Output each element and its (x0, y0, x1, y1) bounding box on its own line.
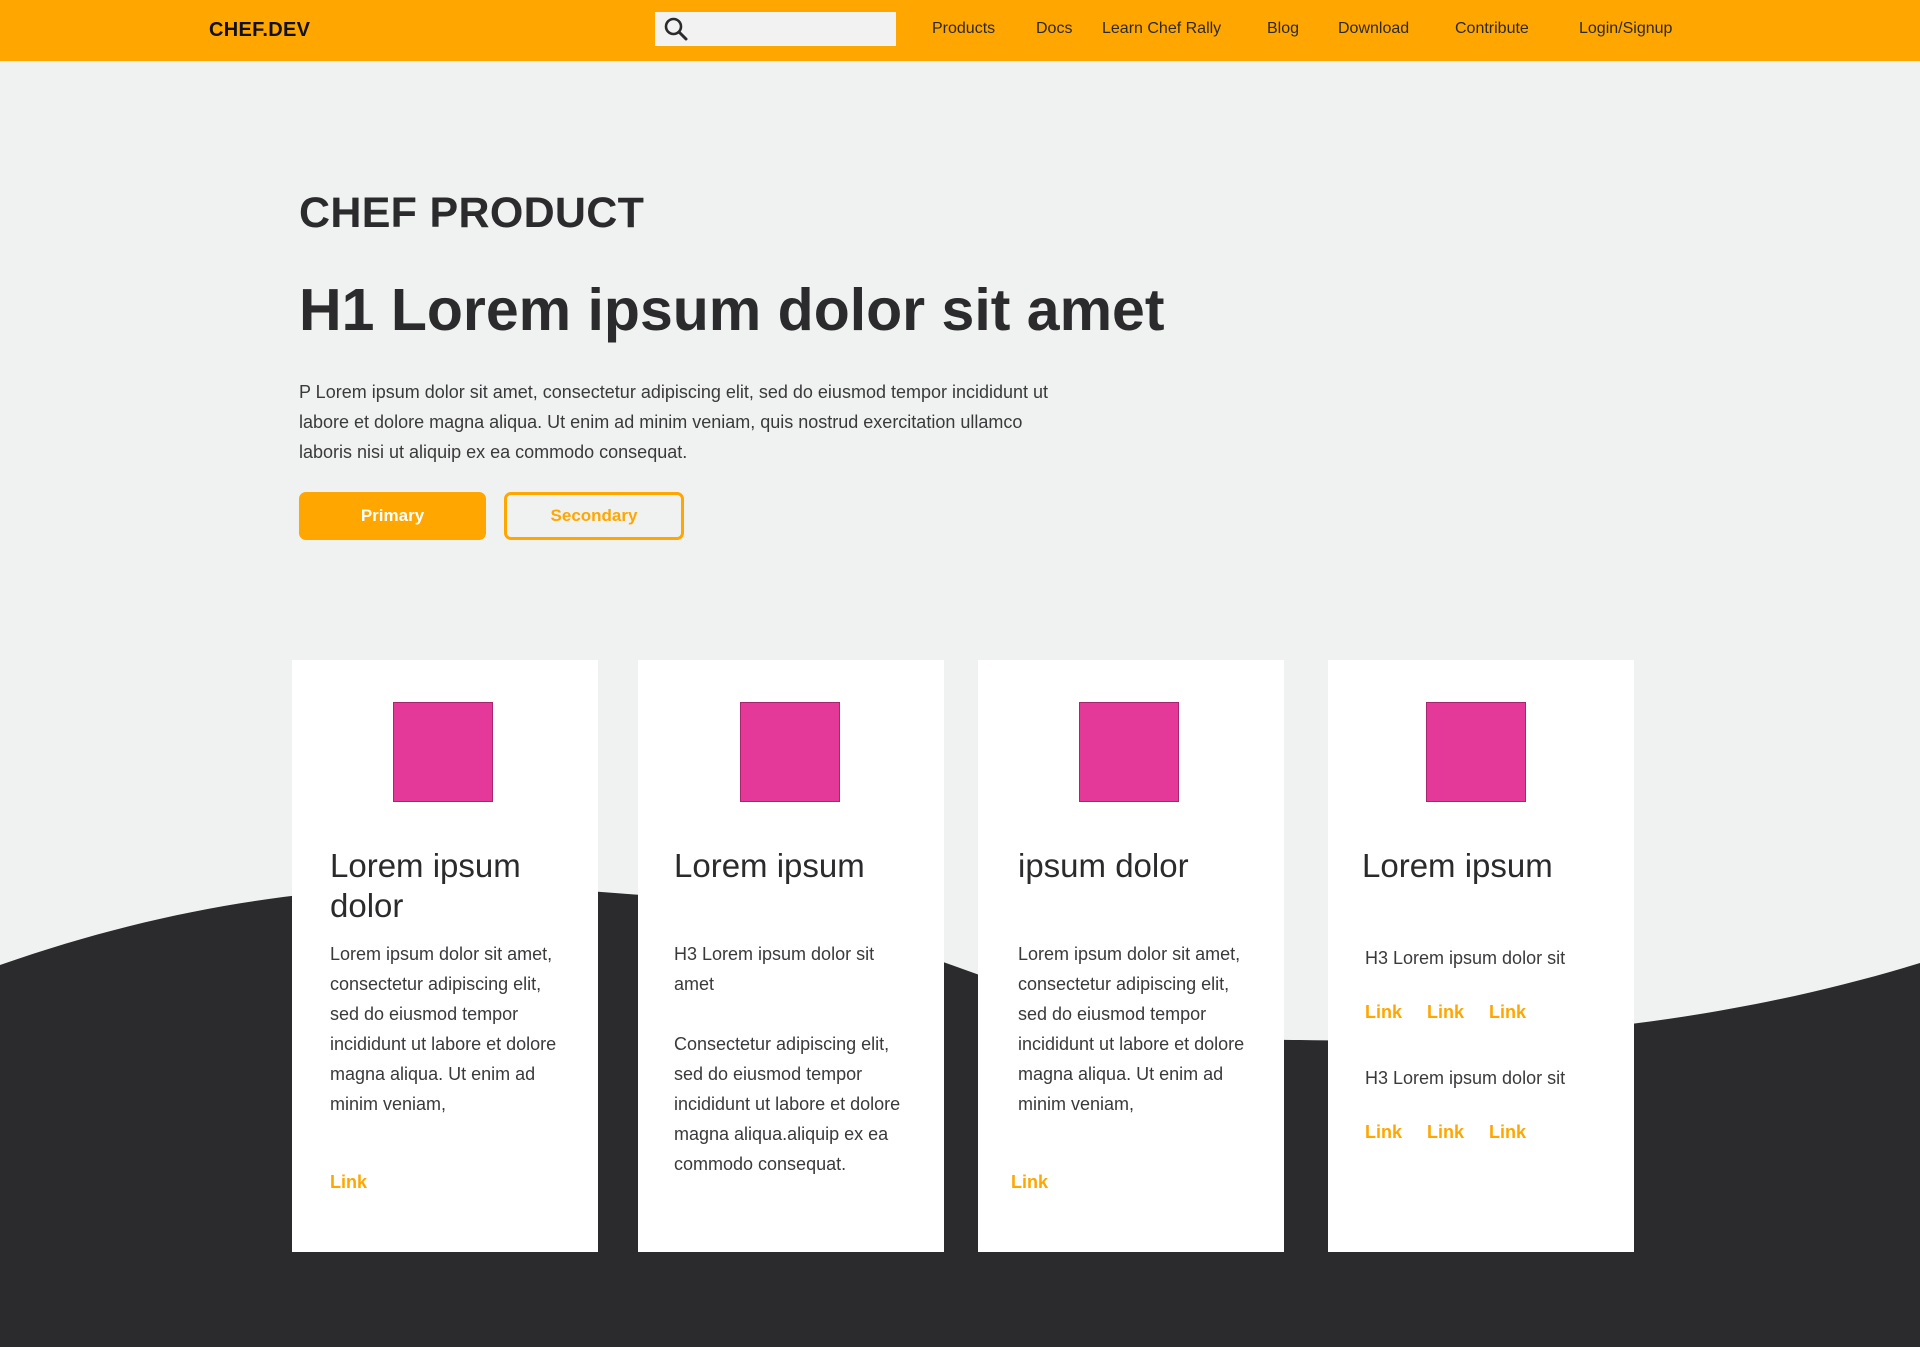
search-input[interactable] (695, 16, 894, 44)
search-box[interactable] (655, 12, 896, 46)
card-link[interactable]: Link (1011, 1172, 1048, 1193)
card-group-link[interactable]: Link (1427, 1122, 1464, 1143)
card-3: ipsum dolor Lorem ipsum dolor sit amet, … (978, 660, 1284, 1252)
card-link[interactable]: Link (330, 1172, 367, 1193)
nav-login-signup[interactable]: Login/Signup (1579, 20, 1672, 38)
nav-docs[interactable]: Docs (1036, 20, 1072, 38)
card-image (1426, 702, 1526, 802)
card-group-link[interactable]: Link (1365, 1002, 1402, 1023)
hero-title: H1 Lorem ipsum dolor sit amet (299, 277, 1165, 343)
card-image (1079, 702, 1179, 802)
card-body: Lorem ipsum dolor sit amet, consectetur … (330, 944, 557, 1114)
card-2: Lorem ipsum H3 Lorem ipsum dolor sit ame… (638, 660, 944, 1252)
top-nav-bar: CHEF.DEV Products Docs Learn Chef Rally … (0, 0, 1920, 61)
card-image (393, 702, 493, 802)
card-body: Lorem ipsum dolor sit amet, consectetur … (1018, 944, 1245, 1114)
card-title: Lorem ipsum dolor (330, 847, 521, 924)
card-group-link[interactable]: Link (1365, 1122, 1402, 1143)
card-group-link[interactable]: Link (1427, 1002, 1464, 1023)
card-title: Lorem ipsum (674, 847, 865, 884)
card-title: ipsum dolor (1018, 847, 1189, 884)
card-4: Lorem ipsum H3 Lorem ipsum dolor sit Lin… (1328, 660, 1634, 1252)
card-group-link[interactable]: Link (1489, 1122, 1526, 1143)
nav-products[interactable]: Products (932, 20, 995, 38)
card-1: Lorem ipsum dolor Lorem ipsum dolor sit … (292, 660, 598, 1252)
card-group-link[interactable]: Link (1489, 1002, 1526, 1023)
hero-eyebrow: CHEF PRODUCT (299, 189, 645, 237)
nav-download[interactable]: Download (1338, 20, 1409, 38)
card-image (740, 702, 840, 802)
card-subtitle: H3 Lorem ipsum dolor sit amet (674, 944, 875, 994)
nav-blog[interactable]: Blog (1267, 20, 1299, 38)
logo[interactable]: CHEF.DEV (209, 19, 310, 42)
card-title: Lorem ipsum (1362, 847, 1553, 884)
hero-text: P Lorem ipsum dolor sit amet, consectetu… (299, 382, 1049, 462)
nav-contribute[interactable]: Contribute (1455, 20, 1529, 38)
primary-button[interactable]: Primary (299, 492, 486, 540)
search-icon[interactable] (663, 16, 689, 42)
secondary-button[interactable]: Secondary (504, 492, 684, 540)
card-group-heading: H3 Lorem ipsum dolor sit (1365, 1068, 1566, 1088)
card-group-heading: H3 Lorem ipsum dolor sit (1365, 948, 1566, 968)
nav-learn-chef-rally[interactable]: Learn Chef Rally (1102, 20, 1221, 38)
card-body: Consectetur adipiscing elit, sed do eius… (674, 1034, 901, 1174)
